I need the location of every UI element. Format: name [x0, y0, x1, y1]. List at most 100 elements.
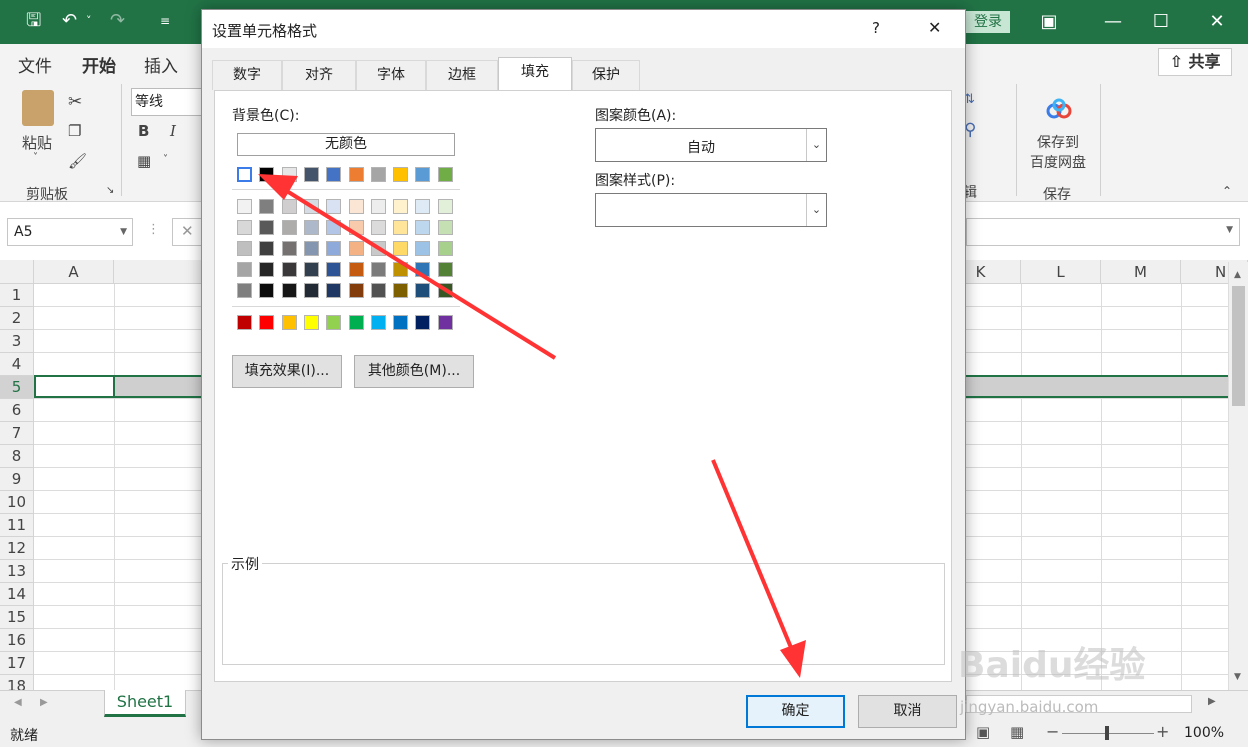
sheet-tab[interactable]: Sheet1 — [104, 690, 186, 717]
paste-label[interactable]: 粘贴 — [22, 132, 52, 153]
color-swatch[interactable] — [371, 199, 386, 214]
color-swatch[interactable] — [371, 283, 386, 298]
color-swatch[interactable] — [237, 199, 252, 214]
color-swatch[interactable] — [237, 283, 252, 298]
font-name-input[interactable]: 等线 — [131, 88, 203, 116]
row-header[interactable]: 10 — [0, 491, 34, 514]
color-swatch[interactable] — [304, 315, 319, 330]
row-header[interactable]: 4 — [0, 353, 34, 376]
color-swatch[interactable] — [438, 220, 453, 235]
color-swatch[interactable] — [415, 199, 430, 214]
undo-icon[interactable]: ↶ — [62, 9, 77, 33]
color-swatch[interactable] — [259, 220, 274, 235]
ok-button[interactable]: 确定 — [746, 695, 845, 728]
row-header[interactable]: 8 — [0, 445, 34, 468]
row-header[interactable]: 6 — [0, 399, 34, 422]
fill-effects-button[interactable]: 填充效果(I)... — [232, 355, 342, 388]
color-swatch[interactable] — [237, 315, 252, 330]
border-dropdown-icon[interactable]: ˅ — [163, 154, 168, 165]
color-swatch[interactable] — [282, 283, 297, 298]
color-swatch[interactable] — [237, 262, 252, 277]
row-header[interactable]: 1 — [0, 284, 34, 307]
row-header[interactable]: 11 — [0, 514, 34, 537]
maximize-icon[interactable]: ☐ — [1146, 8, 1176, 36]
color-swatch[interactable] — [415, 241, 430, 256]
row-header[interactable]: 14 — [0, 583, 34, 606]
color-swatch[interactable] — [371, 315, 386, 330]
name-box-dropdown-icon[interactable]: ▼ — [120, 219, 127, 245]
formula-cancel-box[interactable]: ✕ — [172, 218, 202, 246]
color-swatch[interactable] — [304, 199, 319, 214]
copy-icon[interactable]: ❐ — [68, 122, 81, 140]
color-swatch[interactable] — [415, 220, 430, 235]
color-swatch[interactable] — [371, 167, 386, 182]
color-swatch[interactable] — [304, 283, 319, 298]
color-swatch[interactable] — [393, 315, 408, 330]
page-layout-view-icon[interactable]: ▣ — [976, 723, 990, 741]
row-header[interactable]: 9 — [0, 468, 34, 491]
more-colors-button[interactable]: 其他颜色(M)... — [354, 355, 474, 388]
color-swatch[interactable] — [371, 262, 386, 277]
row-header[interactable]: 2 — [0, 307, 34, 330]
chevron-down-icon[interactable]: ⌄ — [806, 129, 826, 161]
color-swatch[interactable] — [237, 167, 252, 182]
menu-insert[interactable]: 插入 — [144, 52, 178, 77]
zoom-in-icon[interactable]: + — [1156, 722, 1169, 741]
color-swatch[interactable] — [393, 220, 408, 235]
select-all-corner[interactable] — [0, 260, 34, 284]
color-swatch[interactable] — [237, 220, 252, 235]
collapse-ribbon-icon[interactable]: ⌃ — [1222, 184, 1232, 198]
name-box[interactable]: A5 ▼ — [7, 218, 133, 246]
no-color-button[interactable]: 无颜色 — [237, 133, 455, 156]
color-swatch[interactable] — [438, 167, 453, 182]
row-header[interactable]: 13 — [0, 560, 34, 583]
color-swatch[interactable] — [438, 283, 453, 298]
column-header[interactable]: A — [34, 260, 114, 284]
tab-number[interactable]: 数字 — [212, 60, 282, 90]
color-swatch[interactable] — [304, 241, 319, 256]
paste-dropdown-icon[interactable]: ˅ — [33, 152, 38, 163]
row-header[interactable]: 16 — [0, 629, 34, 652]
next-sheet-icon[interactable]: ▶ — [40, 697, 48, 708]
ribbon-display-icon[interactable]: ▣ — [1034, 8, 1064, 36]
zoom-out-icon[interactable]: − — [1046, 722, 1059, 741]
prev-sheet-icon[interactable]: ◀ — [14, 697, 22, 708]
row-header[interactable]: 3 — [0, 330, 34, 353]
color-swatch[interactable] — [349, 220, 364, 235]
color-swatch[interactable] — [415, 315, 430, 330]
color-swatch[interactable] — [326, 262, 341, 277]
color-swatch[interactable] — [304, 220, 319, 235]
color-swatch[interactable] — [326, 241, 341, 256]
color-swatch[interactable] — [438, 315, 453, 330]
color-swatch[interactable] — [259, 262, 274, 277]
tab-protection[interactable]: 保护 — [572, 60, 640, 90]
cancel-formula-icon[interactable]: ✕ — [181, 222, 194, 240]
color-swatch[interactable] — [415, 262, 430, 277]
zoom-level[interactable]: 100% — [1184, 725, 1224, 741]
color-swatch[interactable] — [393, 262, 408, 277]
row-header[interactable]: 7 — [0, 422, 34, 445]
color-swatch[interactable] — [259, 241, 274, 256]
color-swatch[interactable] — [259, 283, 274, 298]
bold-button[interactable]: B — [138, 122, 149, 140]
help-button[interactable]: ? — [872, 19, 880, 37]
save-to-line1[interactable]: 保存到 — [1037, 132, 1079, 152]
tab-border[interactable]: 边框 — [426, 60, 498, 90]
customize-qat-icon[interactable]: ≡ — [160, 9, 170, 33]
login-button[interactable]: 登录 — [966, 11, 1010, 33]
color-swatch[interactable] — [349, 241, 364, 256]
vertical-scroll-thumb[interactable] — [1232, 286, 1245, 406]
tab-fill[interactable]: 填充 — [498, 57, 572, 91]
pattern-color-select[interactable]: 自动 ⌄ — [595, 128, 827, 162]
tab-alignment[interactable]: 对齐 — [282, 60, 356, 90]
color-swatch[interactable] — [326, 220, 341, 235]
color-swatch[interactable] — [304, 262, 319, 277]
color-swatch[interactable] — [349, 167, 364, 182]
color-swatch[interactable] — [393, 167, 408, 182]
clipboard-launcher-icon[interactable]: ↘ — [106, 185, 114, 196]
zoom-slider-thumb[interactable] — [1105, 726, 1109, 740]
color-swatch[interactable] — [371, 241, 386, 256]
save-icon[interactable]: 🖫 — [26, 9, 41, 33]
color-swatch[interactable] — [259, 167, 274, 182]
vertical-scrollbar[interactable]: ▲ ▼ — [1228, 262, 1248, 690]
